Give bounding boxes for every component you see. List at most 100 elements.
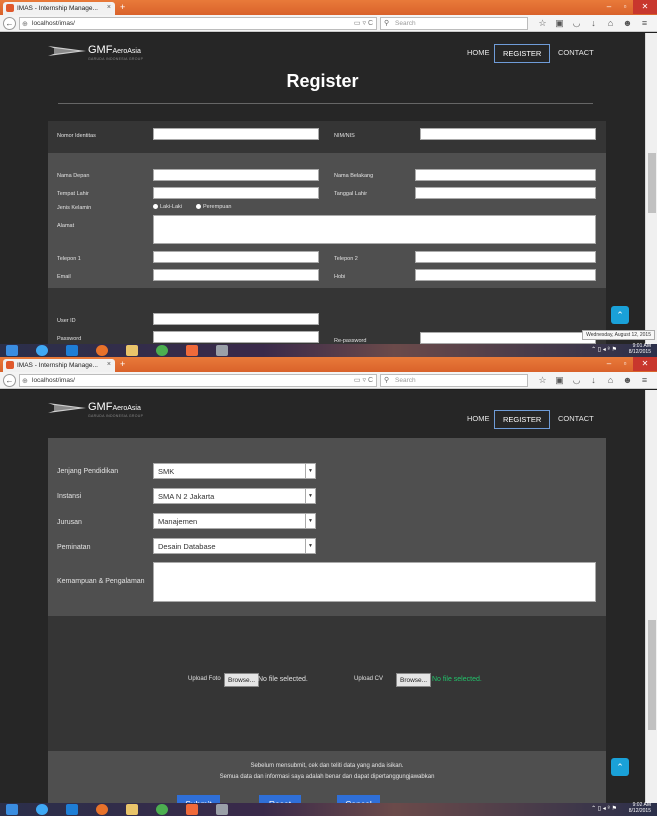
back-arrow-icon[interactable]: ← <box>3 374 16 387</box>
folder-icon[interactable] <box>126 345 138 356</box>
address-bar[interactable]: ⊕ localhost/imas/ ▭ ▿ C <box>19 17 377 30</box>
search-placeholder: Search <box>395 20 416 27</box>
jurusan-select[interactable]: Manajemen ▼ <box>153 513 316 529</box>
browse-cv-button[interactable]: Browse... <box>396 673 432 687</box>
scroll-top-icon[interactable]: ⌃ <box>611 758 629 776</box>
telepon2-input[interactable] <box>415 251 596 263</box>
app-icon[interactable] <box>186 804 198 815</box>
browser-tab[interactable]: IMAS - Internship Manage... × <box>3 359 115 372</box>
folder-icon[interactable] <box>126 804 138 815</box>
peminatan-select[interactable]: Desain Database ▼ <box>153 538 316 554</box>
alamat-textarea[interactable] <box>153 215 596 244</box>
star-icon[interactable]: ☆ <box>534 373 551 387</box>
nav-contact[interactable]: CONTACT <box>550 44 602 61</box>
re-password-input[interactable] <box>420 332 596 344</box>
clipboard-icon[interactable]: ▣ <box>551 16 568 30</box>
instansi-select[interactable]: SMA N 2 Jakarta ▼ <box>153 488 316 504</box>
radio-laki-laki[interactable]: Laki-Laki <box>153 204 182 210</box>
tanggal-lahir-input[interactable] <box>415 187 596 199</box>
minimize-icon[interactable]: – <box>601 357 617 371</box>
download-icon[interactable]: ↓ <box>585 16 602 30</box>
maximize-icon[interactable]: ▫ <box>617 357 633 371</box>
new-tab-button[interactable]: + <box>120 2 125 12</box>
globe-icon: ⊕ <box>22 378 28 385</box>
pocket-icon[interactable]: ◡ <box>568 16 585 30</box>
jenjang-select[interactable]: SMK ▼ <box>153 463 316 479</box>
tempat-lahir-input[interactable] <box>153 187 319 199</box>
media-icon[interactable] <box>66 804 78 815</box>
nav-contact[interactable]: CONTACT <box>550 410 602 427</box>
ie-icon[interactable] <box>36 804 48 815</box>
password-input[interactable] <box>153 331 319 343</box>
tab-title: IMAS - Internship Manage... <box>17 5 98 12</box>
back-arrow-icon[interactable]: ← <box>3 17 16 30</box>
label-telepon2: Telepon 2 <box>334 256 358 262</box>
app-icon[interactable] <box>186 345 198 356</box>
refresh-icon[interactable]: ▭ ▿ C <box>354 376 373 384</box>
scrollbar[interactable] <box>645 33 657 344</box>
smiley-icon[interactable]: ☻ <box>619 373 636 387</box>
paint-icon[interactable] <box>216 804 228 815</box>
email-input[interactable] <box>153 269 319 281</box>
menu-icon[interactable]: ≡ <box>636 373 653 387</box>
scrollbar-thumb[interactable] <box>648 620 656 730</box>
smiley-icon[interactable]: ☻ <box>619 16 636 30</box>
system-tray[interactable]: ⌃ ▯ ◂ ⁸ ⚑ <box>591 346 617 353</box>
maximize-icon[interactable]: ▫ <box>617 0 633 14</box>
new-tab-button[interactable]: + <box>120 359 125 369</box>
submit-note-1: Sebelum mensubmit, cek dan teliti data y… <box>250 763 404 769</box>
window-controls: – ▫ ✕ <box>601 0 657 14</box>
menu-icon[interactable]: ≡ <box>636 16 653 30</box>
scrollbar[interactable] <box>645 390 657 813</box>
ie-icon[interactable] <box>36 345 48 356</box>
media-icon[interactable] <box>66 345 78 356</box>
tab-close-icon[interactable]: × <box>107 361 111 368</box>
hobi-input[interactable] <box>415 269 596 281</box>
nav-home[interactable]: HOME <box>459 410 498 427</box>
nama-depan-input[interactable] <box>153 169 319 181</box>
browser-tab[interactable]: IMAS - Internship Manage... × <box>3 2 115 15</box>
star-icon[interactable]: ☆ <box>534 16 551 30</box>
favicon-icon <box>6 4 14 12</box>
home-icon[interactable]: ⌂ <box>602 16 619 30</box>
scrollbar-thumb[interactable] <box>648 153 656 213</box>
windows-start-icon[interactable] <box>6 345 18 356</box>
nav-register[interactable]: REGISTER <box>494 410 551 429</box>
nim-nis-input[interactable] <box>420 128 596 140</box>
pocket-icon[interactable]: ◡ <box>568 373 585 387</box>
close-window-icon[interactable]: ✕ <box>633 0 657 14</box>
firefox-icon[interactable] <box>96 345 108 356</box>
scroll-top-icon[interactable]: ⌃ <box>611 306 629 324</box>
user-id-input[interactable] <box>153 313 319 325</box>
browse-foto-button[interactable]: Browse... <box>224 673 260 687</box>
home-icon[interactable]: ⌂ <box>602 373 619 387</box>
clipboard-icon[interactable]: ▣ <box>551 373 568 387</box>
chrome-icon[interactable] <box>156 345 168 356</box>
cv-file-status: No file selected. <box>432 676 482 683</box>
nama-belakang-input[interactable] <box>415 169 596 181</box>
label-telepon1: Telepon 1 <box>57 256 81 262</box>
nav-register[interactable]: REGISTER <box>494 44 551 63</box>
search-input[interactable]: ⚲ Search <box>380 374 528 387</box>
kemampuan-textarea[interactable] <box>153 562 596 602</box>
nav-home[interactable]: HOME <box>459 44 498 61</box>
refresh-icon[interactable]: ▭ ▿ C <box>354 19 373 27</box>
windows-start-icon[interactable] <box>6 804 18 815</box>
clock[interactable]: 9:01 AM 8/12/2015 <box>629 343 651 355</box>
chrome-icon[interactable] <box>156 804 168 815</box>
download-icon[interactable]: ↓ <box>585 373 602 387</box>
system-tray[interactable]: ⌃ ▯ ◂ ⁸ ⚑ <box>591 805 617 812</box>
firefox-icon[interactable] <box>96 804 108 815</box>
minimize-icon[interactable]: – <box>601 0 617 14</box>
telepon1-input[interactable] <box>153 251 319 263</box>
close-window-icon[interactable]: ✕ <box>633 357 657 371</box>
address-bar[interactable]: ⊕ localhost/imas/ ▭ ▿ C <box>19 374 377 387</box>
clock[interactable]: 9:02 AM 8/12/2015 <box>629 802 651 814</box>
paint-icon[interactable] <box>216 345 228 356</box>
tab-close-icon[interactable]: × <box>107 4 111 11</box>
radio-perempuan[interactable]: Perempuan <box>196 204 231 210</box>
nomor-identitas-input[interactable] <box>153 128 319 140</box>
search-input[interactable]: ⚲ Search <box>380 17 528 30</box>
screenshot-top: IMAS - Internship Manage... × + – ▫ ✕ ← … <box>0 0 657 357</box>
title-divider <box>58 103 593 104</box>
